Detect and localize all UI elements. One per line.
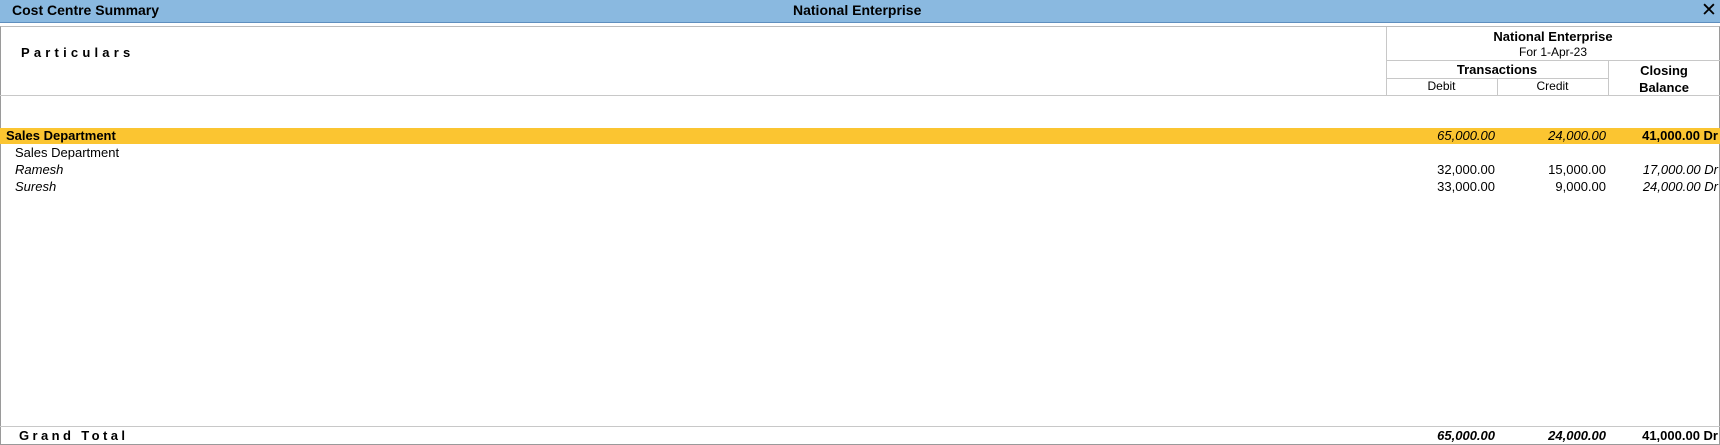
row-credit: 24,000.00 [1548,128,1606,143]
debit-header: Debit [1427,79,1456,93]
table-row-ledger[interactable]: Ramesh 32,000.00 15,000.00 17,000.00 Dr [0,162,1720,178]
row-credit: 9,000.00 [1555,179,1606,194]
row-name: Ramesh [15,162,64,177]
report-title: Cost Centre Summary [12,2,160,18]
header-bottom-border [0,95,1720,96]
grand-total-credit: 24,000.00 [1548,428,1606,443]
row-debit: 65,000.00 [1437,128,1495,143]
table-row-cost-category[interactable]: Sales Department 65,000.00 24,000.00 41,… [0,128,1720,144]
company-column-header: National Enterprise [1493,29,1613,44]
credit-header: Credit [1536,79,1569,93]
transactions-header: Transactions [1456,62,1538,77]
closing-header-line2: Balance [1639,80,1689,95]
row-name: Suresh [15,179,57,194]
row-credit: 15,000.00 [1548,162,1606,177]
row-closing: 24,000.00 Dr [1642,179,1718,194]
close-icon[interactable]: ✕ [1700,1,1718,20]
grand-total-divider [0,426,1720,427]
grand-total-closing: 41,000.00 Dr [1642,428,1718,443]
row-closing: 41,000.00 Dr [1642,128,1718,143]
title-bar: Cost Centre Summary National Enterprise … [0,0,1720,23]
particulars-header: Particulars [21,45,135,60]
company-title: National Enterprise [793,2,922,18]
row-name: Sales Department [6,128,116,143]
closing-balance-header: Closing Balance [1608,62,1720,96]
period-header: For 1-Apr-23 [1518,45,1588,59]
closing-header-line1: Closing [1640,63,1688,78]
grand-total-debit: 65,000.00 [1437,428,1495,443]
grand-total-row: 65,000.00 24,000.00 41,000.00 Dr [0,428,1720,444]
row-closing: 17,000.00 Dr [1642,162,1718,177]
table-row-cost-centre[interactable]: Sales Department [0,145,1720,161]
row-debit: 33,000.00 [1437,179,1495,194]
header-divider-period [1386,60,1720,61]
row-debit: 32,000.00 [1437,162,1495,177]
row-name: Sales Department [15,145,120,160]
table-row-ledger[interactable]: Suresh 33,000.00 9,000.00 24,000.00 Dr [0,179,1720,195]
